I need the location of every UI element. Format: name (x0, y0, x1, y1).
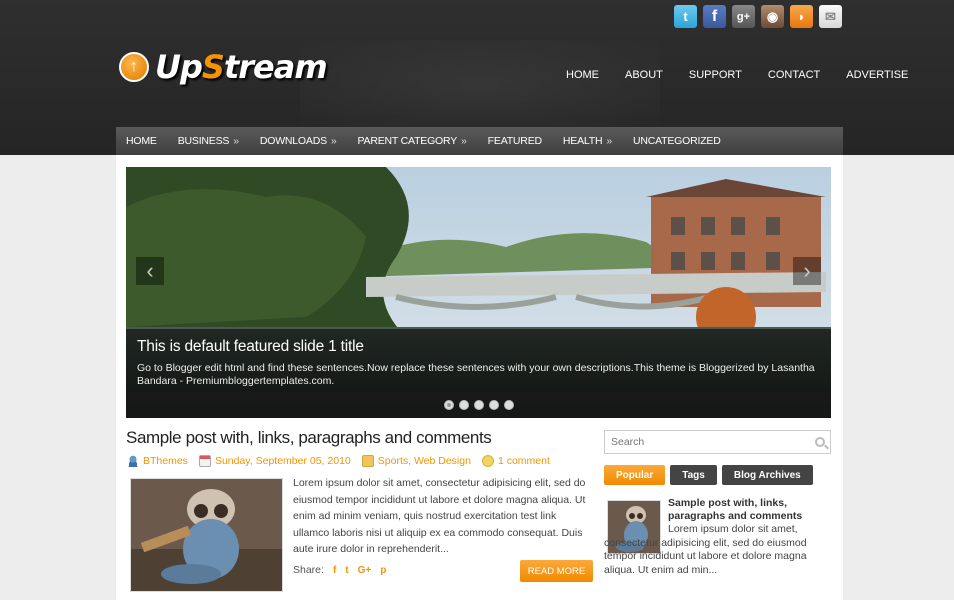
popular-post-text: Lorem ipsum dolor sit amet, consectetur … (604, 523, 807, 576)
popular-post-title[interactable]: Sample post with, links, paragraphs and … (668, 497, 831, 523)
slide-title[interactable]: This is default featured slide 1 title (137, 338, 820, 356)
logo-text: UpStream (155, 48, 328, 86)
slide-caption: This is default featured slide 1 title G… (126, 329, 831, 392)
dropdown-arrow-icon: » (233, 135, 239, 147)
main-nav-downloads[interactable]: DOWNLOADS» (260, 135, 337, 147)
dropdown-arrow-icon: » (606, 135, 612, 147)
top-nav-home[interactable]: HOME (566, 69, 599, 81)
post-labels[interactable]: Sports, Web Design (361, 455, 471, 467)
tab-popular[interactable]: Popular (604, 465, 666, 485)
user-icon (127, 455, 139, 467)
logo-arrow-icon: ↑ (119, 52, 149, 82)
post-author[interactable]: BThemes (127, 455, 188, 467)
comments-text: 1 comment (497, 455, 550, 467)
sidebar-tabs: Popular Tags Blog Archives (604, 465, 813, 485)
google-plus-share-icon[interactable]: G+ (358, 565, 372, 576)
labels-text: Sports, Web Design (377, 455, 471, 467)
slide-description: Go to Blogger edit html and find these s… (137, 362, 815, 387)
post-comments[interactable]: 1 comment (481, 455, 550, 467)
calendar-icon (198, 455, 211, 467)
slider-dot-4[interactable] (488, 400, 499, 410)
main-nav-uncategorized[interactable]: UNCATEGORIZED (633, 135, 721, 147)
twitter-icon[interactable]: t (674, 5, 697, 28)
twitter-share-icon[interactable]: t (345, 565, 348, 576)
mail-icon[interactable]: ✉ (819, 5, 842, 28)
slider-pagination (126, 392, 831, 418)
top-nav-about[interactable]: ABOUT (625, 69, 663, 81)
pinterest-share-icon[interactable]: p (380, 565, 386, 576)
slider-dot-3[interactable] (473, 400, 484, 410)
main-nav-home[interactable]: HOME (126, 135, 157, 147)
content-area: ‹ › This is default featured slide 1 tit… (116, 155, 843, 600)
main-nav-parent-category[interactable]: PARENT CATEGORY» (358, 135, 467, 147)
top-nav-advertise[interactable]: ADVERTISE (846, 69, 908, 81)
dropdown-arrow-icon: » (461, 135, 467, 147)
main-nav-health[interactable]: HEALTH» (563, 135, 612, 147)
google-plus-icon[interactable]: g+ (732, 5, 755, 28)
slider-dot-5[interactable] (503, 400, 514, 410)
top-nav-support[interactable]: SUPPORT (689, 69, 742, 81)
site-logo[interactable]: ↑ UpStream (119, 48, 328, 86)
rss-icon[interactable]: ◗ (790, 5, 813, 28)
social-icons: t f g+ ◉ ◗ ✉ (674, 5, 842, 28)
main-nav-business[interactable]: BUSINESS» (178, 135, 239, 147)
top-nav-contact[interactable]: CONTACT (768, 69, 820, 81)
tab-blog-archives[interactable]: Blog Archives (721, 465, 813, 485)
share-bar: Share: f t G+ p (293, 564, 386, 576)
share-label: Share: (293, 564, 324, 576)
search-icon[interactable] (815, 437, 825, 447)
post-meta: BThemes Sunday, September 05, 2010 Sport… (127, 455, 561, 467)
featured-slider: ‹ › This is default featured slide 1 tit… (126, 167, 831, 418)
facebook-share-icon[interactable]: f (333, 565, 336, 576)
search-box (604, 430, 831, 454)
main-navigation: HOME BUSINESS» DOWNLOADS» PARENT CATEGOR… (116, 127, 843, 155)
top-navigation: HOME ABOUT SUPPORT CONTACT ADVERTISE (566, 69, 934, 81)
facebook-icon[interactable]: f (703, 5, 726, 28)
author-name: BThemes (143, 455, 188, 467)
folder-icon (361, 455, 374, 467)
slider-dot-1[interactable] (443, 400, 454, 410)
read-more-button[interactable]: READ MORE (520, 560, 593, 582)
slider-prev-button[interactable]: ‹ (136, 257, 164, 285)
post-title[interactable]: Sample post with, links, paragraphs and … (126, 428, 492, 448)
main-nav-featured[interactable]: FEATURED (488, 135, 542, 147)
tab-tags[interactable]: Tags (670, 465, 717, 485)
post-thumbnail[interactable] (130, 478, 283, 592)
post-date: Sunday, September 05, 2010 (198, 455, 351, 467)
search-input[interactable] (611, 436, 806, 448)
slider-next-button[interactable]: › (793, 257, 821, 285)
instagram-icon[interactable]: ◉ (761, 5, 784, 28)
dropdown-arrow-icon: » (330, 135, 337, 147)
slider-dot-2[interactable] (458, 400, 469, 410)
post-excerpt: Lorem ipsum dolor sit amet, consectetur … (293, 477, 586, 555)
comment-icon (481, 455, 494, 467)
date-text: Sunday, September 05, 2010 (214, 455, 351, 467)
